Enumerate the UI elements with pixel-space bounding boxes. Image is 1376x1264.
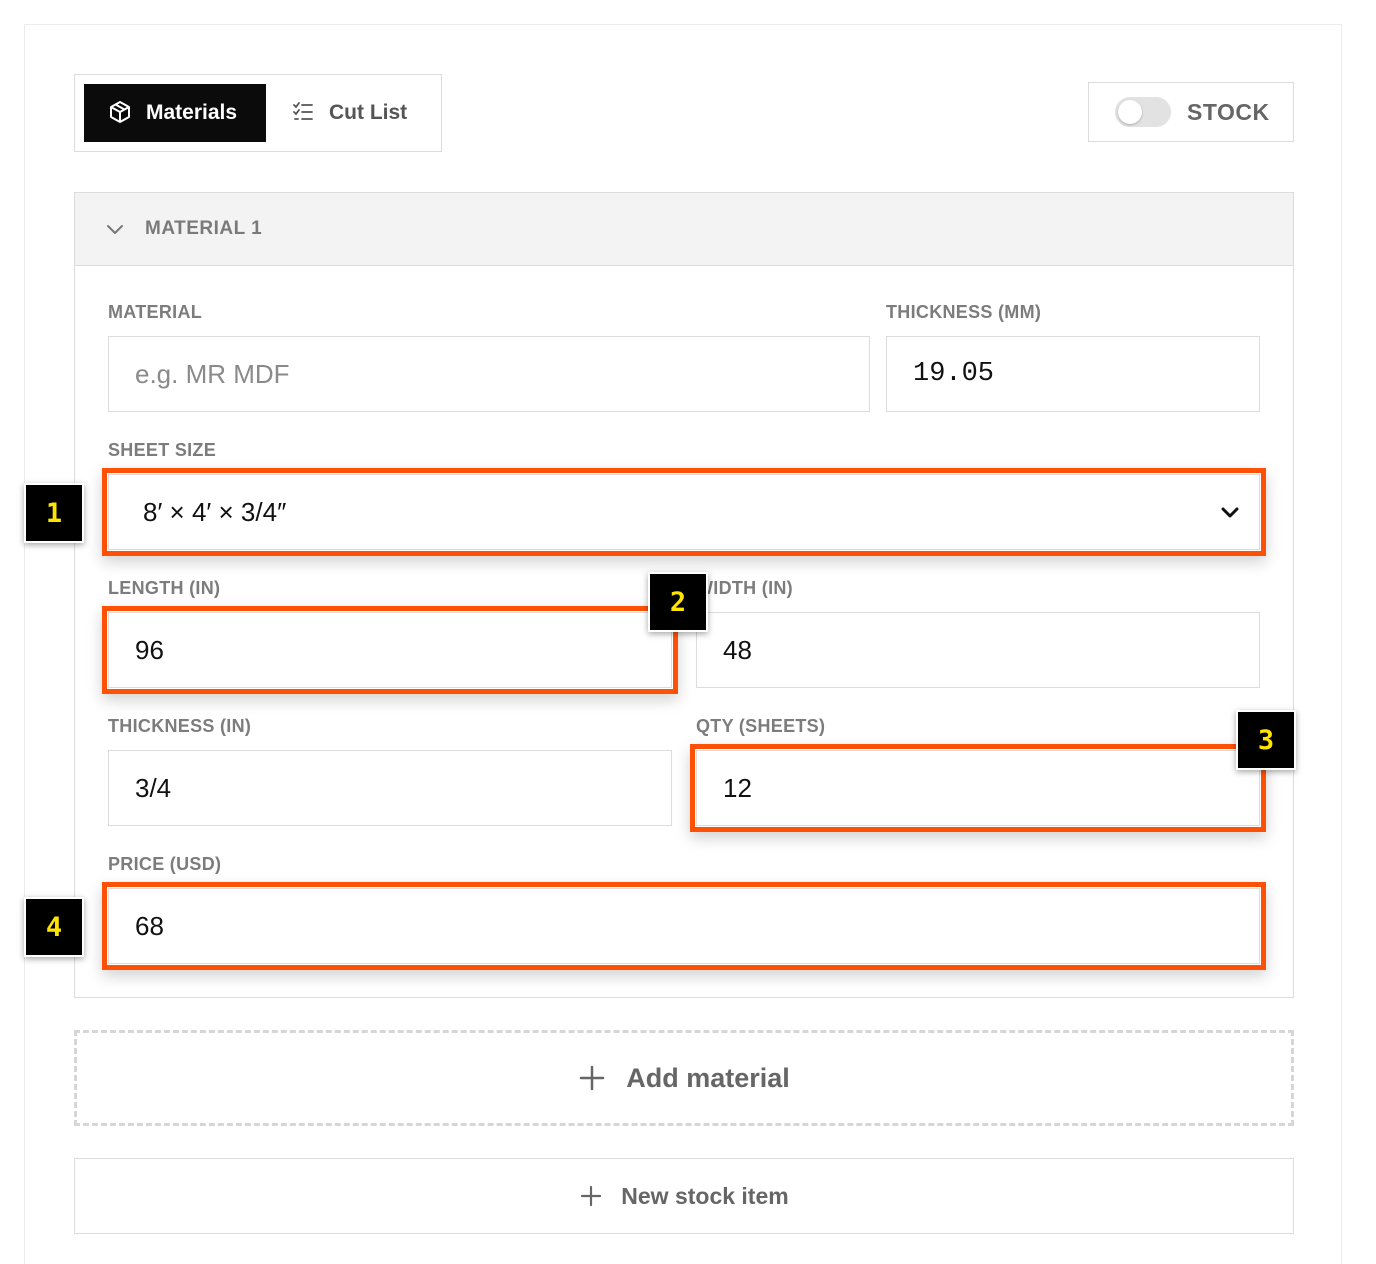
price-input[interactable]: 68 xyxy=(108,888,1260,964)
material-name-input[interactable] xyxy=(108,336,870,412)
add-material-button[interactable]: Add material xyxy=(74,1030,1294,1126)
width-value: 48 xyxy=(723,634,752,665)
sheet-size-label: SHEET SIZE xyxy=(108,440,217,460)
plus-icon xyxy=(578,1064,606,1092)
thickness-in-value: 3/4 xyxy=(135,772,172,803)
length-label: LENGTH (IN) xyxy=(108,578,221,598)
new-stock-item-label: New stock item xyxy=(621,1182,789,1209)
length-input[interactable]: 96 xyxy=(108,612,672,688)
price-label: PRICE (USD) xyxy=(108,854,222,874)
stock-toggle-label: STOCK xyxy=(1187,98,1270,125)
chevron-down-icon xyxy=(105,219,125,239)
tab-materials-label: Materials xyxy=(146,101,238,124)
annotation-badge-4: 4 xyxy=(24,897,84,957)
annotation-badge-1: 1 xyxy=(24,483,84,543)
material-card-title: MATERIAL 1 xyxy=(145,218,263,239)
width-label: WIDTH (IN) xyxy=(696,578,793,598)
material-card-header[interactable]: MATERIAL 1 xyxy=(75,193,1293,266)
qty-value: 12 xyxy=(723,772,752,803)
sheet-size-select[interactable]: 8′ × 4′ × 3/4″ xyxy=(108,474,1260,550)
stock-toggle-switch[interactable] xyxy=(1115,97,1171,127)
thickness-in-input[interactable]: 3/4 xyxy=(108,750,672,826)
stock-toggle-button[interactable]: STOCK xyxy=(1088,82,1294,142)
tab-cut-list[interactable]: Cut List xyxy=(281,84,431,142)
price-value: 68 xyxy=(135,910,164,941)
toggle-knob xyxy=(1118,100,1142,124)
checklist-icon xyxy=(291,100,317,126)
qty-input[interactable]: 12 xyxy=(696,750,1260,826)
annotation-badge-3: 3 xyxy=(1236,710,1296,770)
annotation-badge-2: 2 xyxy=(648,572,708,632)
thickness-mm-value: 19.05 xyxy=(913,359,995,389)
new-stock-item-button[interactable]: New stock item xyxy=(74,1158,1294,1234)
add-material-label: Add material xyxy=(626,1062,790,1093)
plus-icon xyxy=(579,1184,603,1208)
qty-label: QTY (SHEETS) xyxy=(696,716,826,736)
view-tabs: Materials Cut List xyxy=(74,74,442,152)
chevron-down-icon xyxy=(1219,501,1241,523)
tab-materials[interactable]: Materials xyxy=(84,84,266,142)
material-label: MATERIAL xyxy=(108,302,203,322)
length-value: 96 xyxy=(135,634,164,665)
box-icon xyxy=(108,100,134,126)
sheet-size-value: 8′ × 4′ × 3/4″ xyxy=(143,496,287,527)
thickness-mm-label: THICKNESS (MM) xyxy=(886,302,1042,322)
thickness-in-label: THICKNESS (IN) xyxy=(108,716,252,736)
width-input[interactable]: 48 xyxy=(696,612,1260,688)
thickness-mm-input[interactable]: 19.05 xyxy=(886,336,1260,412)
tab-cut-list-label: Cut List xyxy=(329,101,408,124)
